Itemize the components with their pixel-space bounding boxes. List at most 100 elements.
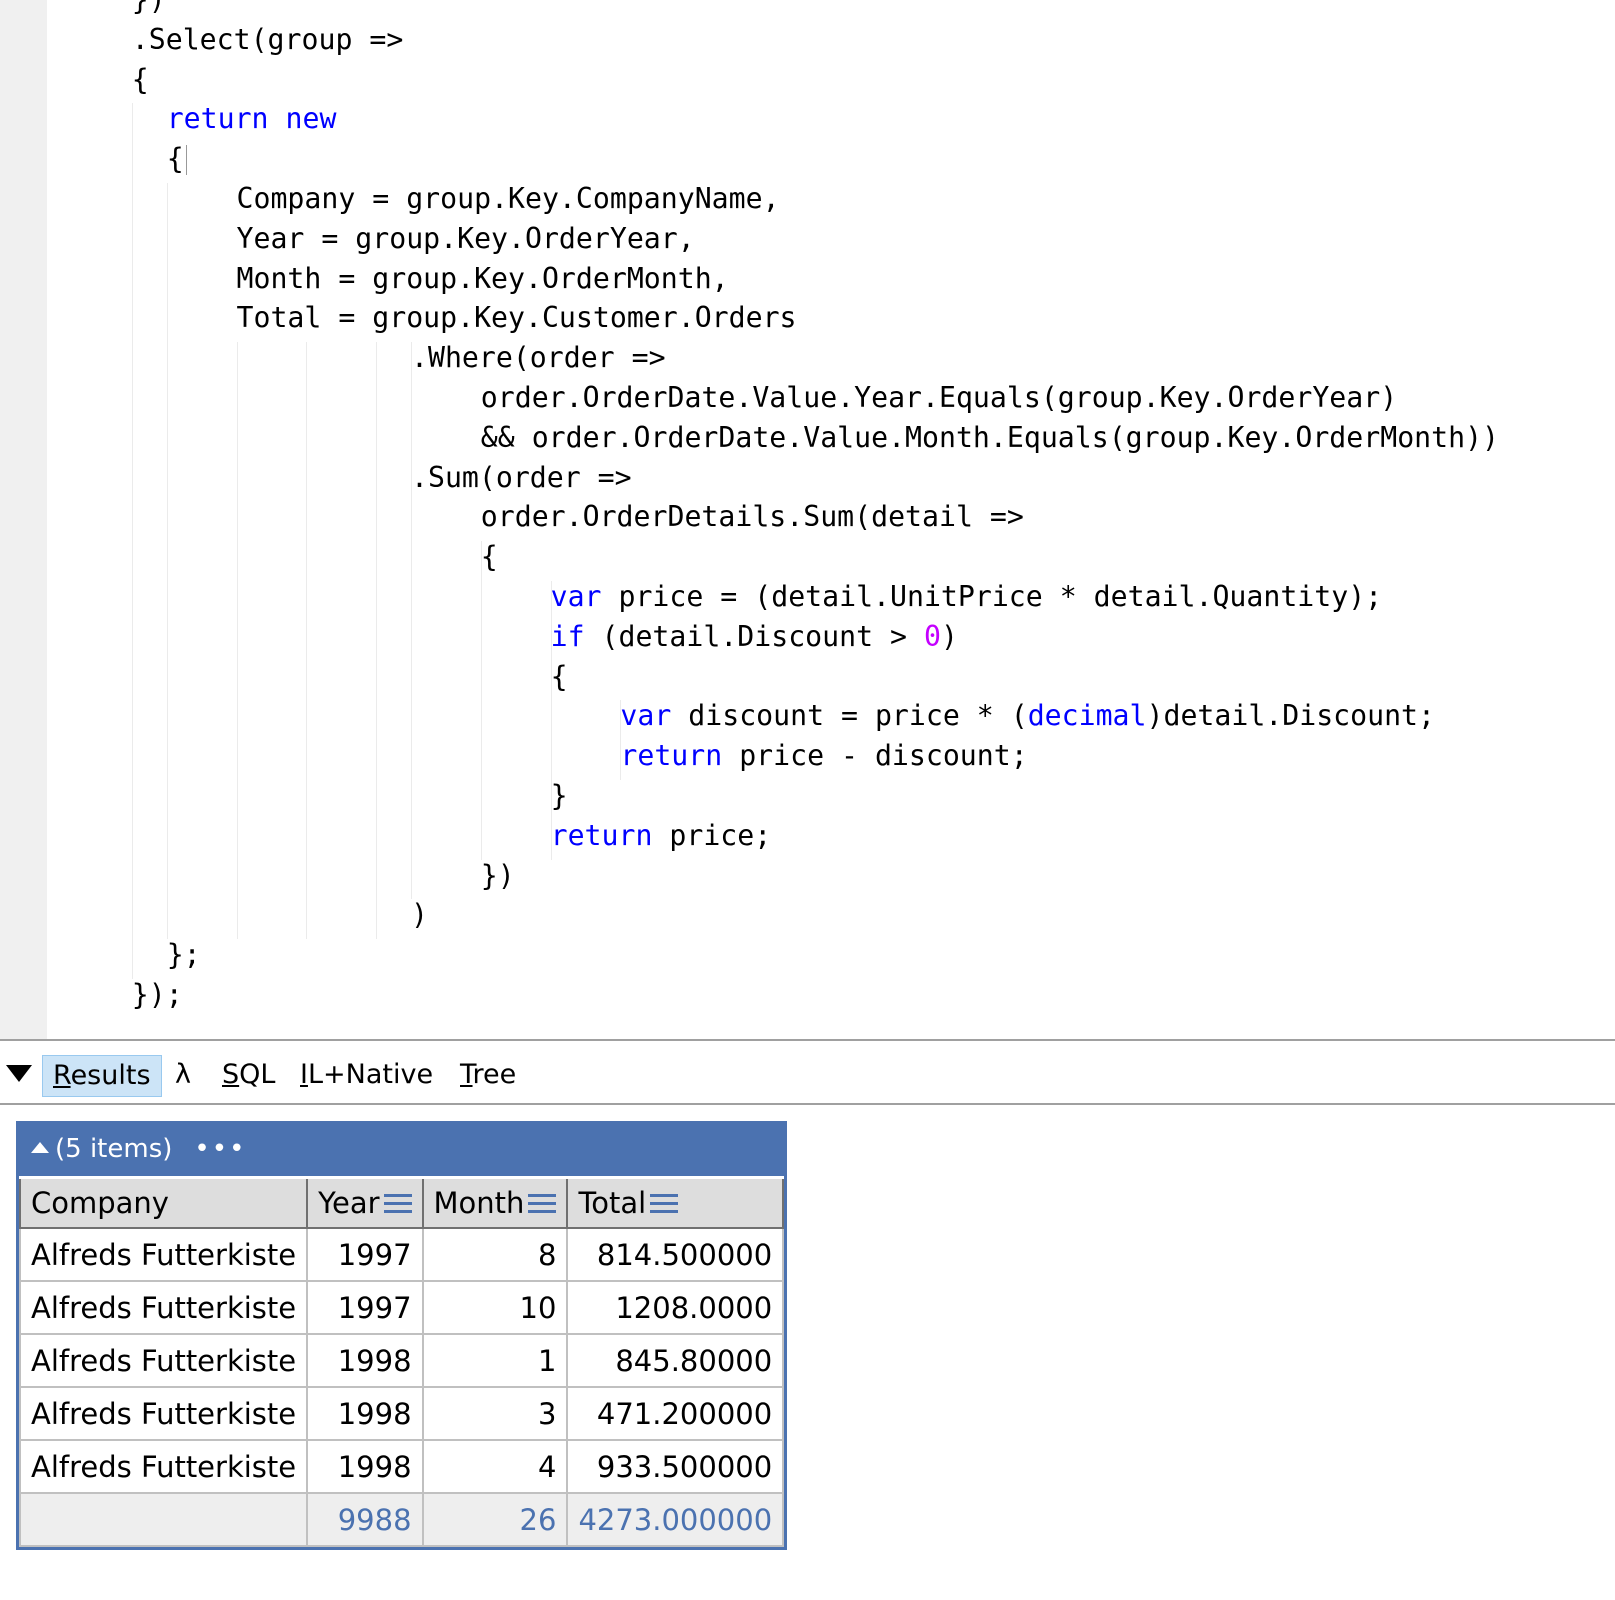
results-grid: (5 items) ••• Company Year Month Total Alfre… (16, 1121, 787, 1550)
code-line: { (167, 139, 184, 179)
code-text: { (480, 540, 498, 574)
column-menu-icon[interactable] (650, 1193, 679, 1215)
output-tab-bar: Results λ SQL IL+Native Tree (0, 1039, 1615, 1105)
column-header-month[interactable]: Month (421, 1176, 569, 1229)
code-text: discount = price * ( (671, 699, 1028, 733)
code-text: .Sum(order => (411, 460, 632, 494)
tab-tree[interactable]: Tree (450, 1055, 526, 1095)
triangle-down-icon[interactable] (6, 1065, 32, 1082)
code-keyword: var (550, 580, 602, 613)
cell-company: Alfreds Futterkiste (18, 1280, 309, 1335)
code-line: var price = (detail.UnitPrice * detail.Q… (551, 577, 1383, 617)
tab-label-part: S (222, 1059, 240, 1090)
code-text: price = (detail.UnitPrice * detail.Quant… (601, 580, 1383, 613)
cell-company (18, 1492, 309, 1547)
cell-total: 1208.0000 (566, 1280, 785, 1335)
code-line: .Sum(order => (411, 458, 632, 498)
indent-guide (620, 700, 622, 780)
code-line: ) (411, 895, 428, 935)
code-text: .Where(order => (411, 341, 666, 375)
code-line: { (481, 537, 498, 577)
code-line: .Select(group => (132, 20, 404, 60)
code-line: if (detail.Discount > 0) (551, 617, 958, 657)
code-text: { (166, 142, 184, 176)
code-keyword: var (620, 699, 672, 733)
cell-month: 10 (421, 1280, 569, 1335)
cell-year: 1998 (306, 1439, 424, 1494)
indent-guide (131, 103, 133, 979)
results-grid-header: (5 items) ••• (19, 1124, 784, 1176)
code-text: }) (480, 858, 515, 892)
code-line: var discount = price * (decimal)detail.D… (620, 696, 1435, 736)
column-header-label: Year (318, 1186, 380, 1220)
code-line: { (132, 60, 149, 100)
table-row: Alfreds Futterkiste 1998 4 933.500000 (18, 1439, 785, 1494)
cell-total: 845.80000 (566, 1333, 785, 1388)
code-line: }) (132, 0, 166, 20)
code-text: order.OrderDate.Value.Year.Equals(group.… (480, 381, 1398, 414)
cell-month: 1 (421, 1333, 569, 1388)
code-text: && order.OrderDate.Value.Month.Equals(gr… (480, 420, 1500, 454)
tab-label-part: QL (239, 1059, 276, 1090)
code-text: Month = group.Key.OrderMonth, (236, 261, 729, 295)
editor-gutter (0, 0, 47, 1040)
code-keyword: decimal (1027, 699, 1147, 733)
code-keyword: return (620, 739, 723, 773)
code-line: Year = group.Key.OrderYear, (237, 219, 695, 259)
tab-label-part: esults (70, 1060, 151, 1091)
code-line: Total = group.Key.Customer.Orders (237, 298, 797, 338)
collapse-triangle-icon[interactable] (31, 1142, 49, 1153)
tab-label-part: R (53, 1060, 71, 1091)
cell-company: Alfreds Futterkiste (18, 1333, 309, 1388)
tab-label-part: T (460, 1059, 473, 1090)
more-options-icon[interactable]: ••• (194, 1134, 246, 1164)
tab-results[interactable]: Results (42, 1055, 162, 1097)
tab-label-part: I (300, 1059, 308, 1090)
column-header-label: Total (578, 1186, 647, 1220)
cell-year: 1997 (306, 1280, 424, 1335)
cell-month: 8 (421, 1227, 569, 1282)
cell-total: 471.200000 (566, 1386, 785, 1441)
code-text: )detail.Discount; (1146, 699, 1436, 733)
code-text: }; (166, 938, 201, 972)
column-menu-icon[interactable] (383, 1193, 412, 1215)
cell-month: 4 (421, 1439, 569, 1494)
code-text: ) (411, 898, 428, 932)
items-count: (5 items) (55, 1134, 173, 1164)
tab-lambda[interactable]: λ (165, 1055, 201, 1095)
tab-il-native[interactable]: IL+Native (290, 1055, 443, 1095)
code-text: { (550, 659, 568, 693)
column-menu-icon[interactable] (528, 1193, 557, 1215)
column-header-year[interactable]: Year (306, 1176, 424, 1229)
text-caret (186, 145, 188, 176)
code-line: .Where(order => (411, 338, 666, 378)
table-row: Alfreds Futterkiste 1998 1 845.80000 (18, 1333, 785, 1388)
code-text: Total = group.Key.Customer.Orders (236, 301, 797, 335)
cell-company: Alfreds Futterkiste (18, 1439, 309, 1494)
cell-month: 26 (421, 1492, 569, 1547)
code-editor[interactable]: }).Select(group =>{return new{Company = … (0, 0, 1615, 1040)
code-text: .Select(group => (131, 22, 404, 56)
code-line: } (551, 776, 568, 816)
code-keyword: if (550, 619, 585, 653)
code-text: } (550, 779, 568, 812)
indent-guide (550, 581, 552, 860)
column-header-company[interactable]: Company (18, 1176, 309, 1229)
tab-label-part: λ (175, 1059, 191, 1090)
indent-guide (166, 183, 168, 940)
totals-row: 9988 26 4273.000000 (18, 1492, 785, 1547)
column-header-total[interactable]: Total (566, 1176, 785, 1229)
code-keyword: return (550, 818, 653, 852)
tab-label-part: ree (472, 1059, 517, 1090)
code-line: Company = group.Key.CompanyName, (237, 179, 780, 219)
tab-sql[interactable]: SQL (212, 1055, 285, 1095)
code-line: return price; (551, 816, 772, 856)
cell-month: 3 (421, 1386, 569, 1441)
table-row: Alfreds Futterkiste 1997 8 814.500000 (18, 1227, 785, 1282)
code-text: Company = group.Key.CompanyName, (236, 182, 780, 215)
code-text: price - discount; (722, 739, 1028, 773)
code-line: }; (167, 935, 201, 975)
code-text: price; (652, 818, 772, 852)
code-line: }) (481, 856, 515, 896)
